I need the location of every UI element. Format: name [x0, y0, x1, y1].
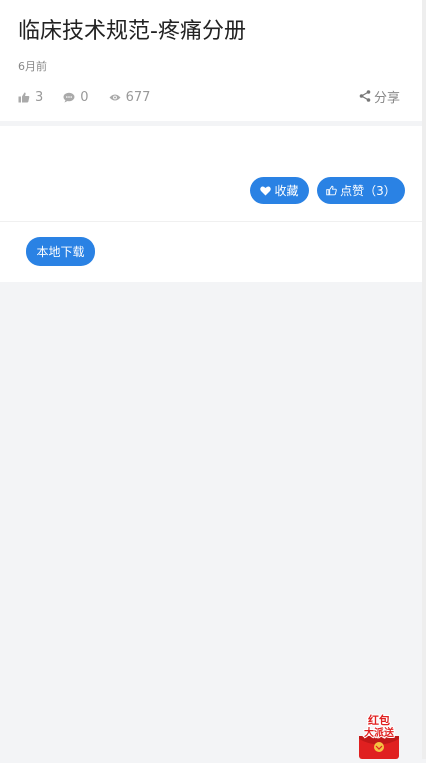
- like-button[interactable]: 点赞（3）: [317, 177, 405, 204]
- share-label: 分享: [373, 90, 400, 106]
- favorite-button[interactable]: 收藏: [250, 177, 309, 204]
- share-icon: [359, 90, 371, 102]
- comment-count-value: 0: [80, 89, 89, 105]
- heart-icon: [260, 186, 272, 195]
- view-count: 677: [109, 89, 151, 105]
- share-button[interactable]: 分享: [359, 88, 400, 106]
- thumb-up-icon: [18, 92, 30, 102]
- stats-row: 3 0 677: [18, 89, 170, 105]
- download-label: 本地下载: [36, 245, 85, 259]
- action-bar: 收藏 点赞（3）: [0, 126, 422, 221]
- thumb-up-outline-icon: [326, 185, 337, 196]
- download-button[interactable]: 本地下载: [26, 237, 95, 266]
- like-label: 点赞（3）: [340, 184, 396, 198]
- comment-count: 0: [63, 89, 89, 105]
- redpacket-promo[interactable]: 红包 大派送: [356, 710, 402, 759]
- download-section: 本地下载: [0, 222, 422, 282]
- article-title: 临床技术规范-疼痛分册: [18, 19, 246, 44]
- scrollbar-track: [422, 0, 426, 759]
- eye-icon: [109, 94, 121, 100]
- comment-icon: [63, 92, 75, 102]
- view-count-value: 677: [125, 89, 151, 105]
- red-envelope-icon: 红包 大派送: [359, 712, 399, 759]
- like-count-value: 3: [35, 89, 44, 105]
- redpacket-text-line2: 大派送: [364, 726, 395, 739]
- favorite-label: 收藏: [274, 184, 299, 198]
- redpacket-text-line1: 红包: [368, 713, 390, 727]
- article-header: 临床技术规范-疼痛分册 6月前 3 0 677 分享: [0, 0, 422, 121]
- post-time: 6月前: [18, 60, 47, 73]
- like-count: 3: [18, 90, 43, 105]
